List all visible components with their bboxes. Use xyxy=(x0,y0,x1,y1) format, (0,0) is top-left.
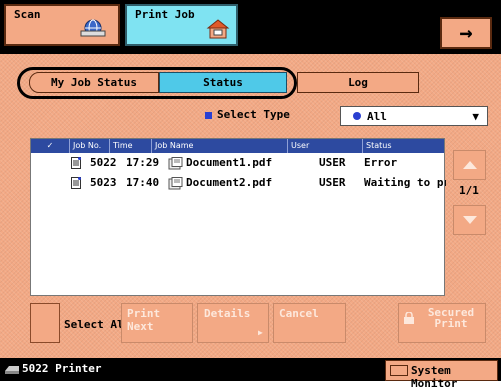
pdf-document-icon xyxy=(168,156,183,169)
tab-print-job-label: Print Job xyxy=(135,8,195,21)
padlock-icon xyxy=(404,312,414,324)
cancel-label: Cancel xyxy=(279,307,319,320)
scroll-down-button[interactable] xyxy=(453,205,486,235)
header-job-no: Job No. xyxy=(69,139,109,153)
job-name: Document2.pdf xyxy=(168,174,298,192)
triangle-up-icon xyxy=(462,161,477,169)
printer-status-text: 5022 Printer xyxy=(22,362,102,375)
monitor-icon xyxy=(390,365,408,376)
job-no: 5022 xyxy=(90,156,117,169)
job-no: 5023 xyxy=(90,176,117,189)
job-name: Document1.pdf xyxy=(168,154,298,172)
job-doc-icon xyxy=(71,154,91,172)
job-user: USER xyxy=(319,156,346,169)
table-row[interactable]: 5023 17:40 Document2.pdf USER Waiting to… xyxy=(31,174,446,192)
select-type-label: Select Type xyxy=(205,108,290,121)
top-bar: Scan Print Job → xyxy=(0,0,501,54)
checkmark-header-icon[interactable]: ✓ xyxy=(31,139,69,153)
secured-print-button[interactable]: Secured Print xyxy=(398,303,486,343)
status-button[interactable]: Status xyxy=(159,72,287,93)
job-status: Waiting to print. xyxy=(364,176,446,189)
job-table: ✓ Job No. Time Job Name User Status 5022… xyxy=(30,138,446,296)
header-status: Status xyxy=(362,139,446,153)
printer-icon xyxy=(5,366,19,374)
header-time: Time xyxy=(109,139,151,153)
cancel-button[interactable]: Cancel xyxy=(273,303,346,343)
details-label: Details xyxy=(204,307,251,320)
secured-print-label: Secured Print xyxy=(427,306,475,330)
page-indicator: 1/1 xyxy=(459,184,479,197)
triangle-down-icon xyxy=(462,216,477,224)
select-type-dropdown[interactable]: All ▼ xyxy=(340,106,488,126)
job-time: 17:29 xyxy=(126,156,160,169)
triangle-right-icon: ▶ xyxy=(258,328,263,337)
tab-scan[interactable]: Scan xyxy=(4,4,120,46)
print-next-button[interactable]: Print Next xyxy=(121,303,193,343)
select-type-text: Select Type xyxy=(217,108,290,121)
log-button[interactable]: Log xyxy=(297,72,419,93)
scroll-up-button[interactable] xyxy=(453,150,486,180)
arrow-right-icon: → xyxy=(459,20,473,46)
header-user: User xyxy=(287,139,362,153)
tab-print-job[interactable]: Print Job xyxy=(125,4,238,46)
square-bullet-icon xyxy=(205,111,212,119)
table-row[interactable]: 5022 17:29 Document1.pdf USER Error xyxy=(31,154,444,172)
job-doc-icon xyxy=(71,174,91,192)
select-type-value: All xyxy=(367,110,387,123)
system-monitor-button[interactable]: System Monitor xyxy=(385,360,498,390)
chevron-down-icon: ▼ xyxy=(472,110,479,123)
bullet-icon xyxy=(353,112,361,120)
table-header: ✓ Job No. Time Job Name User Status xyxy=(31,139,444,153)
print-next-label: Print Next xyxy=(127,307,161,333)
details-button[interactable]: Details ▶ xyxy=(197,303,269,343)
next-arrow-button[interactable]: → xyxy=(440,17,492,49)
job-status: Error xyxy=(364,156,398,169)
printer-house-icon xyxy=(206,19,230,39)
job-user: USER xyxy=(319,176,346,189)
pdf-document-icon xyxy=(168,176,183,189)
tab-scan-label: Scan xyxy=(14,8,41,21)
header-job-name: Job Name xyxy=(151,139,287,153)
screen: { "tabs": { "scan": "Scan", "print_job":… xyxy=(0,0,501,390)
job-name-text: Document2.pdf xyxy=(186,176,273,189)
my-job-status-button[interactable]: My Job Status xyxy=(29,72,159,93)
scanner-globe-icon xyxy=(80,19,106,37)
select-all-checkbox[interactable] xyxy=(30,303,60,343)
job-time: 17:40 xyxy=(126,176,160,189)
job-name-text: Document1.pdf xyxy=(186,156,273,169)
system-monitor-label: System Monitor xyxy=(411,364,458,390)
